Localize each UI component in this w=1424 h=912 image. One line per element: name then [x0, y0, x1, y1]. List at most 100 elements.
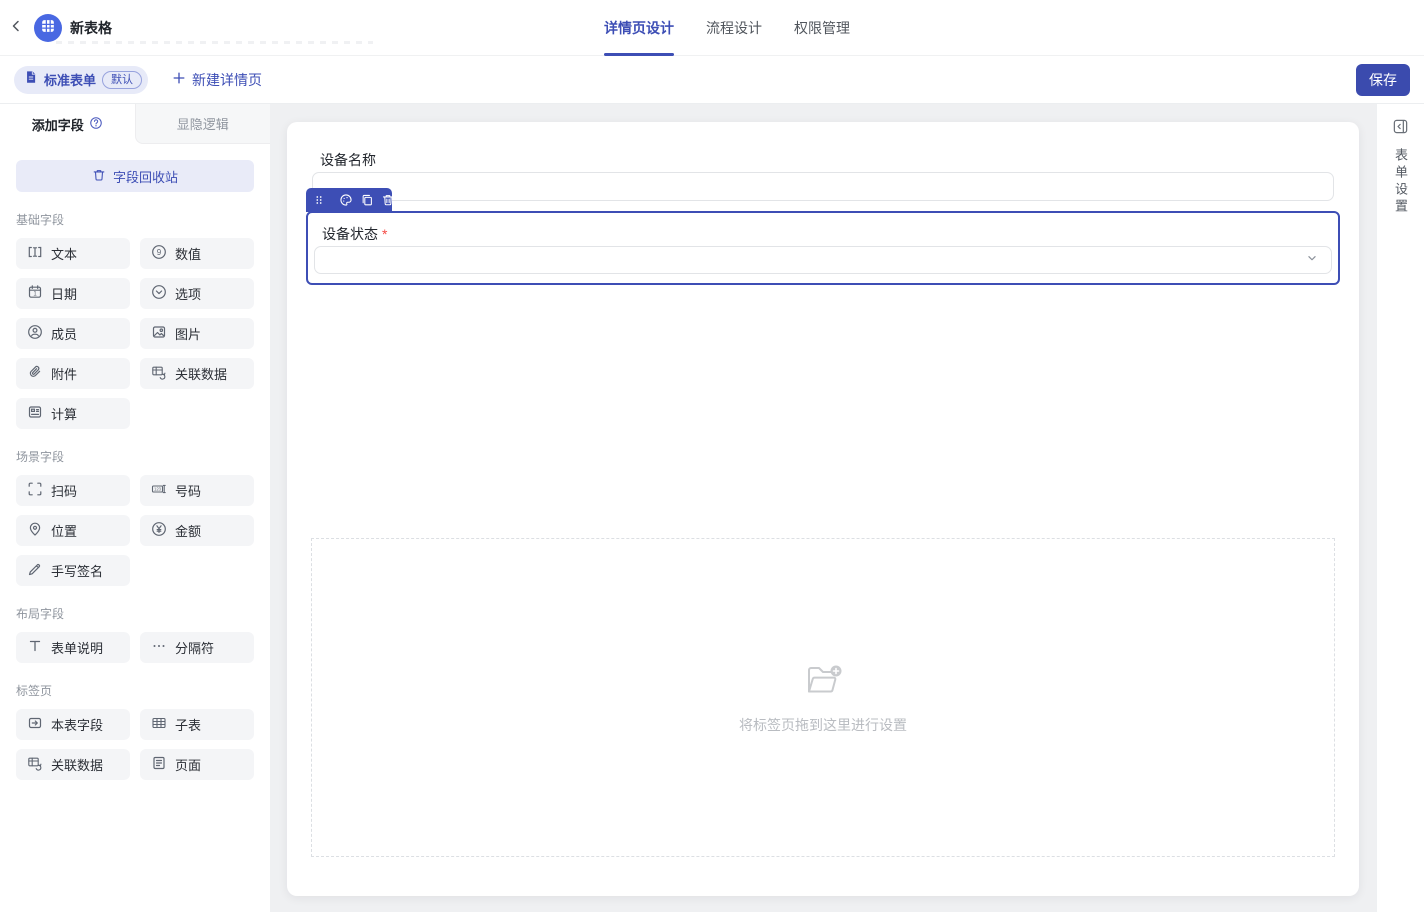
scan-icon — [27, 481, 43, 500]
attachment-icon — [27, 364, 43, 383]
field-item-label: 日期 — [51, 284, 77, 303]
panel-collapse-icon[interactable] — [1391, 116, 1411, 136]
tab-dropzone[interactable]: 将标签页拖到这里进行设置 — [311, 538, 1335, 857]
field-item-calculation[interactable]: 计算 — [16, 398, 130, 429]
app-logo — [34, 14, 62, 42]
field-item-member[interactable]: 成员 — [16, 318, 130, 349]
sidebar-tab-visibility-logic[interactable]: 显隐逻辑 — [135, 104, 271, 144]
page-title[interactable]: 新表格 — [70, 18, 112, 38]
field-item-page[interactable]: 页面 — [140, 749, 254, 780]
delete-field-icon[interactable] — [381, 193, 395, 207]
copy-icon[interactable] — [360, 193, 374, 207]
field-item-date[interactable]: 1 日期 — [16, 278, 130, 309]
svg-text:123: 123 — [154, 487, 162, 492]
palette-icon[interactable] — [339, 193, 353, 207]
sidebar-tabs: 添加字段 显隐逻辑 — [0, 104, 270, 144]
field-item-label: 手写签名 — [51, 561, 103, 580]
drag-handle-icon[interactable] — [313, 194, 325, 206]
field-item-divider[interactable]: 分隔符 — [140, 632, 254, 663]
field-item-phone-number[interactable]: 123 号码 — [140, 475, 254, 506]
field-recycle-bin-label: 字段回收站 — [113, 167, 178, 186]
field-item-label: 本表字段 — [51, 715, 103, 734]
sidebar-tab-add-field[interactable]: 添加字段 — [0, 104, 135, 144]
field-item-option[interactable]: 选项 — [140, 278, 254, 309]
table-field-icon — [27, 715, 43, 734]
member-icon — [27, 324, 43, 343]
field-item-label: 关联数据 — [175, 364, 227, 383]
scene-fields-grid: 扫码 123 号码 位置 金额 手写签名 — [16, 475, 254, 586]
selected-field-device-status[interactable]: 设备状态 * — [306, 211, 1340, 285]
number-icon: 9 — [151, 244, 167, 263]
field-label-row: 设备状态 * — [322, 224, 387, 244]
field-item-scan[interactable]: 扫码 — [16, 475, 130, 506]
title-underline-dots — [56, 41, 373, 44]
field-item-location[interactable]: 位置 — [16, 515, 130, 546]
field-item-label: 数值 — [175, 244, 201, 263]
field-item-label: 计算 — [51, 404, 77, 423]
device-name-input[interactable] — [312, 172, 1334, 201]
basic-fields-grid: 文本 9 数值 1 日期 选项 成员 — [16, 238, 254, 429]
number-input-icon: 123 — [151, 481, 167, 500]
header-tabs: 详情页设计 流程设计 权限管理 — [604, 0, 850, 56]
section-title-layout-fields: 布局字段 — [16, 605, 254, 622]
money-icon — [151, 521, 167, 540]
trash-icon — [92, 168, 106, 185]
section-title-scene-fields: 场景字段 — [16, 448, 254, 465]
selected-field-toolbar — [306, 188, 392, 212]
field-item-label: 文本 — [51, 244, 77, 263]
field-item-label: 选项 — [175, 284, 201, 303]
sidebar-tab-add-field-label: 添加字段 — [32, 115, 84, 134]
field-item-text[interactable]: 文本 — [16, 238, 130, 269]
form-settings-label[interactable]: 表单设置 — [1391, 148, 1410, 216]
field-item-signature[interactable]: 手写签名 — [16, 555, 130, 586]
form-settings-rail: 表单设置 — [1376, 104, 1424, 912]
help-circle-icon[interactable] — [89, 116, 103, 133]
tab-detail-page-design[interactable]: 详情页设计 — [604, 0, 674, 56]
new-detail-page-button[interactable]: 新建详情页 — [172, 70, 262, 90]
field-item-label: 页面 — [175, 755, 201, 774]
form-canvas[interactable]: 设备名称 设备状态 * — [287, 122, 1359, 896]
chevron-down-icon — [1305, 251, 1319, 270]
section-title-tab-pages: 标签页 — [16, 682, 254, 699]
field-item-linked-data[interactable]: 关联数据 — [140, 358, 254, 389]
field-item-label: 图片 — [175, 324, 201, 343]
required-asterisk: * — [382, 226, 387, 242]
form-pill-label: 标准表单 — [44, 70, 96, 89]
calendar-icon: 1 — [27, 284, 43, 303]
device-status-select[interactable] — [314, 246, 1332, 274]
field-item-money[interactable]: 金额 — [140, 515, 254, 546]
calculator-icon — [27, 404, 43, 423]
app-header: 新表格 详情页设计 流程设计 权限管理 — [0, 0, 1424, 56]
field-item-this-table-fields[interactable]: 本表字段 — [16, 709, 130, 740]
subtable-icon — [151, 715, 167, 734]
text-t-icon — [27, 638, 43, 657]
new-detail-page-label: 新建详情页 — [192, 70, 262, 90]
field-item-attachment[interactable]: 附件 — [16, 358, 130, 389]
field-item-label: 扫码 — [51, 481, 77, 500]
field-item-image[interactable]: 图片 — [140, 318, 254, 349]
field-item-label: 表单说明 — [51, 638, 103, 657]
section-title-basic-fields: 基础字段 — [16, 211, 254, 228]
table-grid-icon — [39, 17, 57, 40]
field-item-label: 成员 — [51, 324, 77, 343]
field-recycle-bin-button[interactable]: 字段回收站 — [16, 160, 254, 192]
layout-fields-grid: 表单说明 分隔符 — [16, 632, 254, 663]
back-button[interactable] — [6, 18, 26, 38]
field-item-form-description[interactable]: 表单说明 — [16, 632, 130, 663]
plus-icon — [172, 71, 186, 88]
standard-form-pill[interactable]: 标准表单 默认 — [14, 66, 148, 94]
linked-data-icon — [27, 755, 43, 774]
form-designer-app: 新表格 详情页设计 流程设计 权限管理 标准表单 默认 新建详情页 保存 — [0, 0, 1424, 912]
field-item-label: 子表 — [175, 715, 201, 734]
field-item-number[interactable]: 9 数值 — [140, 238, 254, 269]
default-badge: 默认 — [102, 71, 142, 89]
save-button[interactable]: 保存 — [1356, 64, 1410, 96]
ellipsis-icon — [151, 638, 167, 657]
field-item-linked-data-tab[interactable]: 关联数据 — [16, 749, 130, 780]
svg-text:9: 9 — [157, 248, 162, 257]
tab-permission-management[interactable]: 权限管理 — [794, 0, 850, 56]
dropzone-hint-text: 将标签页拖到这里进行设置 — [739, 715, 907, 735]
field-item-subtable[interactable]: 子表 — [140, 709, 254, 740]
tab-flow-design[interactable]: 流程设计 — [706, 0, 762, 56]
field-label-device-name: 设备名称 — [320, 150, 376, 170]
